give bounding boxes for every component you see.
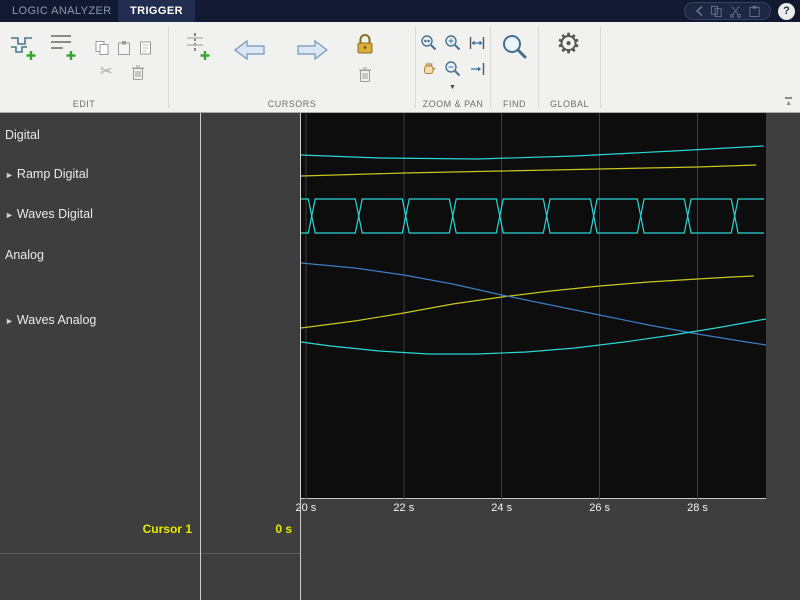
magnifier-plus-icon <box>444 34 462 52</box>
group-separator <box>600 26 601 108</box>
tab-logic-analyzer[interactable]: LOGIC ANALYZER <box>0 0 124 22</box>
chevron-down-icon: ▼ <box>449 84 456 91</box>
axis-tick-label: 22 s <box>393 502 414 514</box>
expander-icon[interactable]: ► <box>5 210 14 220</box>
search-icon <box>500 32 530 62</box>
channel-label-waves-analog[interactable]: ►Waves Analog <box>5 313 96 327</box>
axis-tick-label: 26 s <box>589 502 610 514</box>
paste-button[interactable] <box>116 40 132 56</box>
axis-tick-label: 20 s <box>295 502 316 514</box>
zoom-to-cursors-button[interactable] <box>468 60 486 78</box>
toolbar-ribbon: ✂ EDIT <box>0 22 800 113</box>
time-axis: 20 s22 s24 s26 s28 s <box>301 501 766 517</box>
title-bar: LOGIC ANALYZER TRIGGER ? <box>0 0 800 22</box>
group-label-cursors: CURSORS <box>169 99 415 109</box>
magnifier-x-icon <box>420 34 438 52</box>
cursor-row-label[interactable]: Cursor 1 <box>0 522 192 536</box>
cut-button[interactable]: ✂ <box>100 64 113 79</box>
add-divider-icon <box>48 30 78 62</box>
previous-transition-button[interactable] <box>233 38 267 62</box>
add-wave-button[interactable] <box>8 30 38 62</box>
channel-label-analog[interactable]: Analog <box>5 248 44 262</box>
lock-icon <box>355 32 375 56</box>
settings-button[interactable]: ⚙ <box>556 30 581 58</box>
find-button[interactable] <box>500 32 530 62</box>
cursor-row-divider <box>0 553 300 554</box>
group-label-zoom-pan: ZOOM & PAN <box>416 99 490 109</box>
add-cursor-icon <box>183 30 213 62</box>
toolbar-group-cursors: CURSORS <box>169 22 415 112</box>
copy-icon[interactable] <box>710 5 723 18</box>
channel-name: Waves Digital <box>17 207 93 221</box>
help-button[interactable]: ? <box>778 3 795 20</box>
delete-cursor-button[interactable] <box>357 66 373 84</box>
copy-icon <box>94 40 110 56</box>
axis-tick-label: 24 s <box>491 502 512 514</box>
hand-icon <box>420 60 438 78</box>
toolbar-group-find: FIND <box>491 22 538 112</box>
toolbar-group-zoom-pan: ▼ ZOOM & PAN <box>416 22 490 112</box>
arrow-left-icon <box>233 38 267 62</box>
zoom-in-button[interactable] <box>444 34 462 52</box>
channel-label-waves-digital[interactable]: ►Waves Digital <box>5 207 93 221</box>
titlebar-actions: ? <box>684 2 795 20</box>
trash-icon <box>357 66 373 84</box>
toolbar-group-global: ⚙ GLOBAL <box>539 22 600 112</box>
add-wave-icon <box>8 30 38 62</box>
collapse-arrow-icon: ▲ <box>785 100 792 107</box>
toolbar-group-edit: ✂ EDIT <box>0 22 168 112</box>
collapse-ribbon-button[interactable]: ▲ <box>785 97 792 107</box>
waveform-plot[interactable] <box>301 113 766 499</box>
zoom-options-caret[interactable]: ▼ <box>449 84 456 91</box>
channel-label-ramp-digital[interactable]: ►Ramp Digital <box>5 167 88 181</box>
channel-name: Waves Analog <box>17 313 96 327</box>
group-label-global: GLOBAL <box>539 99 600 109</box>
zoom-in-time-button[interactable] <box>420 34 438 52</box>
fit-width-icon <box>468 34 486 52</box>
panel-divider[interactable] <box>300 113 301 600</box>
delete-button[interactable] <box>130 64 146 82</box>
copy-button[interactable] <box>94 40 110 56</box>
add-cursor-button[interactable] <box>183 30 213 62</box>
expander-icon[interactable]: ► <box>5 170 14 180</box>
zoom-out-button[interactable] <box>444 60 462 78</box>
arrow-right-icon <box>295 38 329 62</box>
chevron-left-icon[interactable] <box>694 5 704 17</box>
quick-access-toolbar <box>684 2 771 20</box>
waveform-viewer: Digital ►Ramp Digital ►Waves Digital Ana… <box>0 113 800 600</box>
pan-button[interactable] <box>420 60 438 78</box>
group-label-find: FIND <box>491 99 538 109</box>
panel-divider[interactable] <box>200 113 201 600</box>
cursor-value[interactable]: 0 s <box>200 522 292 536</box>
paste-icon <box>116 40 132 56</box>
duplicate-button[interactable] <box>138 40 154 56</box>
cut-icon[interactable] <box>729 5 742 18</box>
waveform-canvas <box>301 113 766 499</box>
channel-label-digital[interactable]: Digital <box>5 128 40 142</box>
gear-icon: ⚙ <box>556 30 581 58</box>
add-divider-button[interactable] <box>48 30 78 62</box>
group-label-edit: EDIT <box>0 99 168 109</box>
help-icon: ? <box>783 5 790 17</box>
next-transition-button[interactable] <box>295 38 329 62</box>
fit-right-icon <box>468 60 486 78</box>
paste-icon[interactable] <box>748 5 761 18</box>
fit-to-view-button[interactable] <box>468 34 486 52</box>
expander-icon[interactable]: ► <box>5 316 14 326</box>
tab-trigger[interactable]: TRIGGER <box>118 0 195 22</box>
trash-icon <box>130 64 146 82</box>
lock-cursor-button[interactable] <box>355 32 375 56</box>
magnifier-minus-icon <box>444 60 462 78</box>
scissors-icon: ✂ <box>100 64 113 79</box>
channel-name: Ramp Digital <box>17 167 89 181</box>
axis-tick-label: 28 s <box>687 502 708 514</box>
duplicate-icon <box>138 40 154 56</box>
channel-name: Analog <box>5 248 44 262</box>
channel-name: Digital <box>5 128 40 142</box>
